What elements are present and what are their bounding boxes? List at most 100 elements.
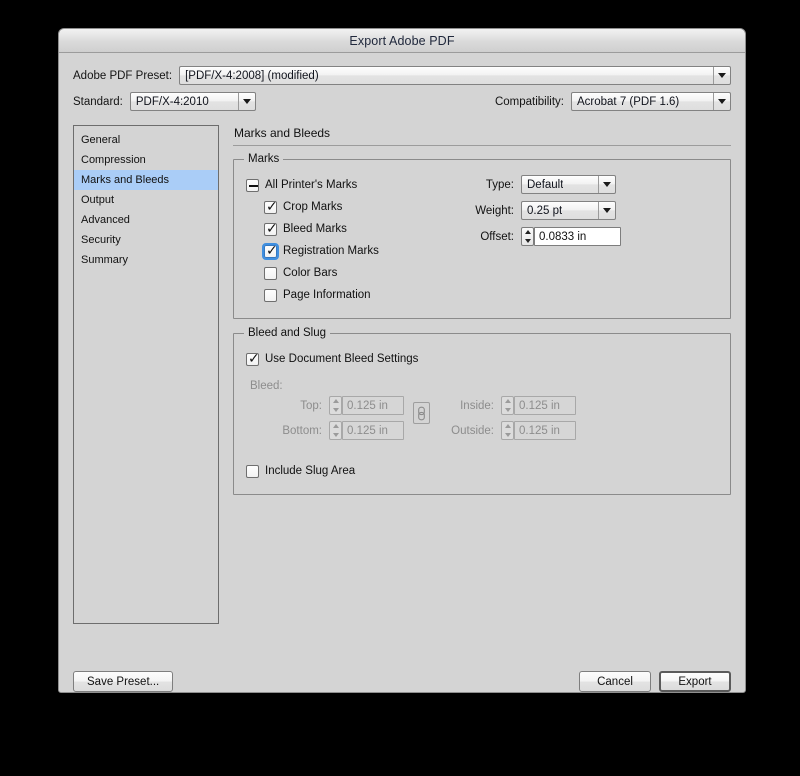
type-value: Default (527, 178, 564, 191)
adobe-pdf-preset-dropdown[interactable]: [PDF/X-4:2008] (modified) (179, 66, 731, 85)
bleed-top-stepper[interactable] (329, 396, 342, 415)
offset-stepper[interactable] (521, 227, 534, 246)
offset-label: Offset: (480, 230, 514, 243)
sidebar-item-marks-and-bleeds[interactable]: Marks and Bleeds (74, 170, 218, 190)
preset-row: Adobe PDF Preset: [PDF/X-4:2008] (modifi… (59, 66, 745, 85)
bleed-outside-stepper[interactable] (501, 421, 514, 440)
standard-label: Standard: (73, 95, 123, 108)
all-printers-marks-row[interactable]: All Printer's Marks (246, 174, 458, 196)
chevron-down-icon (237, 93, 255, 110)
bleed-top-row: Top: 0.125 in (264, 396, 404, 415)
bleed-inside-stepper[interactable] (501, 396, 514, 415)
bleed-fields-grid: Top: 0.125 in Bottom: 0.125 in Inside: 0… (246, 396, 718, 448)
compatibility-dropdown[interactable]: Acrobat 7 (PDF 1.6) (571, 92, 731, 111)
stepper-up-icon[interactable] (504, 424, 511, 429)
page-title: Marks and Bleeds (234, 126, 331, 140)
bleed-bottom-stepper[interactable] (329, 421, 342, 440)
title-divider (233, 145, 731, 146)
sidebar-item-summary[interactable]: Summary (74, 250, 218, 270)
stepper-up-icon[interactable] (332, 424, 339, 429)
registration-marks-checkbox[interactable]: ✓ (262, 242, 279, 260)
crop-marks-label: Crop Marks (283, 201, 343, 213)
marks-checkbox-column: All Printer's Marks ✓ Crop Marks ✓ Bleed… (246, 174, 458, 306)
page-information-row[interactable]: Page Information (246, 284, 458, 306)
chevron-down-icon (713, 67, 730, 84)
include-slug-area-checkbox[interactable] (246, 464, 259, 478)
bleed-top-input[interactable]: 0.125 in (342, 396, 404, 415)
bleed-inside-input[interactable]: 0.125 in (514, 396, 576, 415)
bleed-inside-label: Inside: (460, 399, 494, 412)
offset-input[interactable]: 0.0833 in (534, 227, 621, 246)
bleed-top-label: Top: (300, 399, 322, 412)
use-document-bleed-checkbox[interactable]: ✓ (246, 352, 260, 366)
window-titlebar[interactable]: Export Adobe PDF (59, 29, 745, 53)
standard-value: PDF/X-4:2010 (135, 95, 209, 108)
sidebar-item-general[interactable]: General (74, 130, 218, 150)
stepper-down-icon[interactable] (332, 407, 339, 412)
chain-link-icon (418, 406, 425, 420)
sidebar-item-output[interactable]: Output (74, 190, 218, 210)
stepper-down-icon[interactable] (504, 432, 511, 437)
sidebar-item-advanced[interactable]: Advanced (74, 210, 218, 230)
include-slug-area-row[interactable]: Include Slug Area (246, 460, 718, 482)
chevron-down-icon (713, 93, 730, 110)
registration-marks-row[interactable]: ✓ Registration Marks (246, 240, 458, 262)
crop-marks-row[interactable]: ✓ Crop Marks (246, 196, 458, 218)
chevron-down-icon (598, 202, 615, 219)
stepper-up-icon[interactable] (332, 399, 339, 404)
dialog-body: Adobe PDF Preset: [PDF/X-4:2008] (modifi… (59, 66, 745, 692)
standard-dropdown[interactable]: PDF/X-4:2010 (129, 92, 256, 111)
all-printers-marks-label: All Printer's Marks (265, 179, 358, 191)
use-document-bleed-row[interactable]: ✓ Use Document Bleed Settings (246, 348, 718, 370)
dialog-footer: Save Preset... Cancel Export (59, 671, 745, 692)
bleed-marks-label: Bleed Marks (283, 223, 347, 235)
window-title: Export Adobe PDF (349, 33, 455, 48)
bleed-marks-row[interactable]: ✓ Bleed Marks (246, 218, 458, 240)
compatibility-label: Compatibility: (494, 95, 564, 108)
all-printers-marks-checkbox[interactable] (246, 178, 259, 192)
cancel-button[interactable]: Cancel (579, 671, 651, 692)
bleed-section-label: Bleed: (250, 380, 283, 392)
export-button[interactable]: Export (659, 671, 731, 692)
bleed-bottom-row: Bottom: 0.125 in (264, 421, 404, 440)
color-bars-checkbox[interactable] (264, 266, 277, 280)
marks-group-body: All Printer's Marks ✓ Crop Marks ✓ Bleed… (246, 174, 718, 306)
crop-marks-checkbox[interactable]: ✓ (264, 200, 278, 214)
bleed-and-slug-legend: Bleed and Slug (244, 327, 331, 339)
bleed-outside-input[interactable]: 0.125 in (514, 421, 576, 440)
sidebar-item-compression[interactable]: Compression (74, 150, 218, 170)
stepper-up-icon[interactable] (524, 230, 531, 235)
bleed-outside-label: Outside: (451, 424, 494, 437)
sidebar-item-security[interactable]: Security (74, 230, 218, 250)
page-information-checkbox[interactable] (264, 288, 277, 302)
bleed-bottom-label: Bottom: (282, 424, 322, 437)
dialog-content: General Compression Marks and Bleeds Out… (59, 125, 745, 624)
compatibility-value: Acrobat 7 (PDF 1.6) (577, 95, 680, 108)
bleed-outside-row: Outside: 0.125 in (436, 421, 576, 440)
stepper-down-icon[interactable] (332, 432, 339, 437)
settings-category-list[interactable]: General Compression Marks and Bleeds Out… (73, 125, 219, 624)
bleed-inside-row: Inside: 0.125 in (436, 396, 576, 415)
stepper-down-icon[interactable] (524, 238, 531, 243)
preset-value: [PDF/X-4:2008] (modified) (185, 69, 319, 82)
registration-marks-label: Registration Marks (283, 245, 379, 257)
offset-row: Offset: 0.0833 in (458, 227, 718, 246)
bleed-and-slug-group: Bleed and Slug ✓ Use Document Bleed Sett… (233, 327, 731, 495)
standard-compatibility-row: Standard: PDF/X-4:2010 Compatibility: Ac… (59, 92, 745, 111)
marks-type-dropdown[interactable]: Default (521, 175, 616, 194)
marks-weight-dropdown[interactable]: 0.25 pt (521, 201, 616, 220)
type-label: Type: (485, 178, 514, 191)
stepper-up-icon[interactable] (504, 399, 511, 404)
weight-row: Weight: 0.25 pt (458, 201, 718, 220)
chevron-down-icon (598, 176, 615, 193)
marks-options-column: Type: Default Weight: 0.25 pt Offset: 0.… (458, 174, 718, 306)
marks-group-legend: Marks (244, 153, 284, 165)
save-preset-button[interactable]: Save Preset... (73, 671, 174, 692)
use-document-bleed-label: Use Document Bleed Settings (265, 353, 419, 365)
color-bars-row[interactable]: Color Bars (246, 262, 458, 284)
bleed-bottom-input[interactable]: 0.125 in (342, 421, 404, 440)
weight-value: 0.25 pt (527, 204, 563, 217)
bleed-link-toggle[interactable] (413, 402, 430, 424)
bleed-marks-checkbox[interactable]: ✓ (264, 222, 278, 236)
stepper-down-icon[interactable] (504, 407, 511, 412)
